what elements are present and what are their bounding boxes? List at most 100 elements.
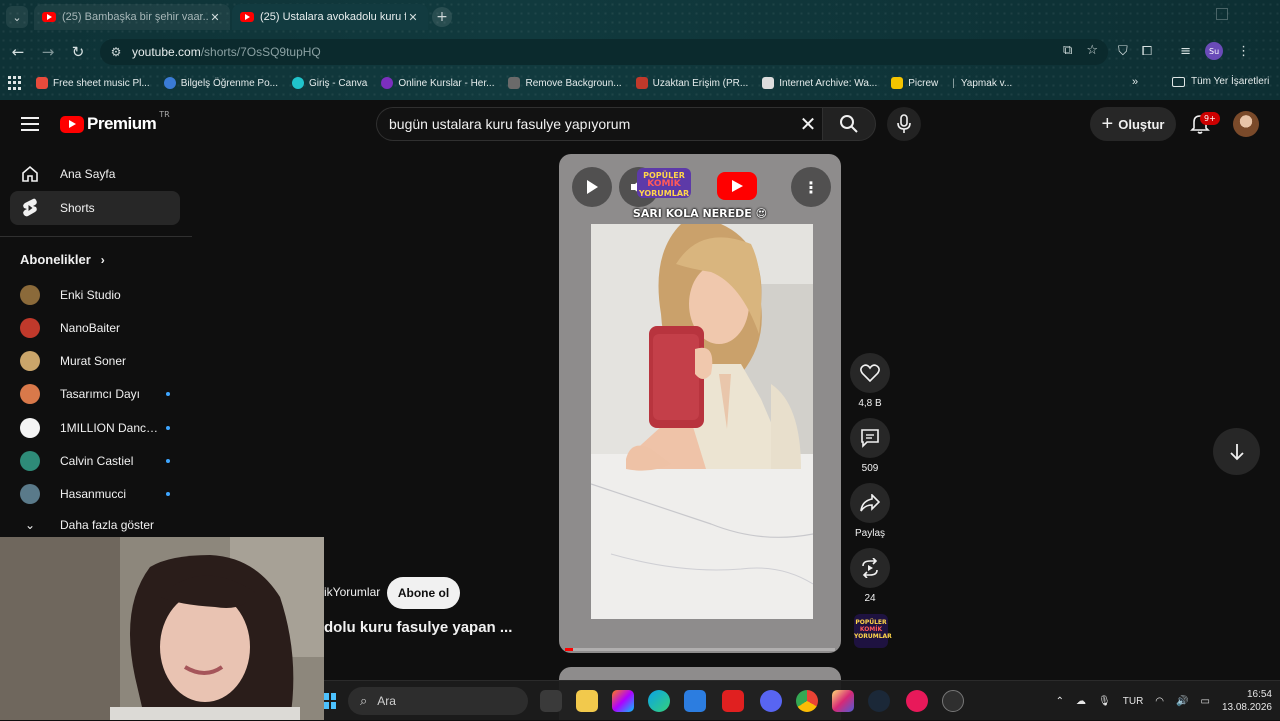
remix-button[interactable]: [850, 548, 890, 588]
bookmark-item[interactable]: Picrew: [891, 77, 938, 89]
shorts-player[interactable]: POPÜLER KOMİK YORUMLAR ⋮ SARI KOLA NERED…: [559, 154, 841, 653]
file-explorer-icon[interactable]: [576, 690, 598, 712]
subscription-item[interactable]: 1MILLION Dance...: [20, 416, 170, 440]
bookmark-item[interactable]: | Yapmak v...: [952, 78, 1012, 89]
tab-strip: ⌄ (25) Bambaşka bir şehir vaar... ✕ (25)…: [0, 0, 1280, 34]
forward-icon[interactable]: →: [38, 42, 58, 62]
bookmark-label: Free sheet music Pl...: [53, 77, 150, 89]
reload-icon[interactable]: ↻: [68, 42, 88, 62]
bookmarks-bar: Free sheet music Pl... Bilgelş Öğrenme P…: [0, 70, 1280, 96]
app-l-icon[interactable]: [722, 690, 744, 712]
obs-icon[interactable]: [942, 690, 964, 712]
onedrive-icon[interactable]: ☁: [1076, 696, 1086, 707]
more-bookmarks-icon[interactable]: »: [1132, 76, 1138, 88]
new-tab-button[interactable]: +: [432, 7, 452, 27]
channel-watermark: POPÜLER KOMİK YORUMLAR: [637, 168, 691, 198]
media-player-icon[interactable]: [906, 690, 928, 712]
bookmark-item[interactable]: Giriş - Canva: [291, 77, 367, 89]
microphone-icon[interactable]: 🎙: [1098, 696, 1111, 707]
store-icon[interactable]: [684, 690, 706, 712]
start-button[interactable]: [324, 693, 336, 709]
short-channel-name[interactable]: ikYorumlar: [324, 585, 380, 599]
subscriptions-header[interactable]: Abonelikler ›: [20, 252, 105, 267]
shield-extension-icon[interactable]: ⛉: [1118, 44, 1128, 59]
more-options-button[interactable]: ⋮: [791, 167, 831, 207]
chrome-icon[interactable]: [796, 690, 818, 712]
bookmark-item[interactable]: Online Kurslar - Her...: [381, 77, 494, 89]
edge-icon[interactable]: [648, 690, 670, 712]
discord-icon[interactable]: [760, 690, 782, 712]
more-vert-icon: ⋮: [803, 177, 819, 197]
subscription-item[interactable]: NanoBaiter: [20, 316, 170, 340]
all-bookmarks-button[interactable]: Tüm Yer İşaretleri: [1172, 76, 1269, 87]
instagram-icon[interactable]: [832, 690, 854, 712]
share-action[interactable]: Paylaş: [850, 483, 890, 539]
extensions-icon[interactable]: ⧠: [1142, 44, 1152, 59]
bookmark-favicon-icon: [762, 77, 775, 89]
site-info-icon[interactable]: ⚙: [108, 44, 124, 60]
play-button[interactable]: [572, 167, 612, 207]
battery-icon[interactable]: ▭: [1200, 696, 1209, 707]
bookmark-item[interactable]: Internet Archive: Wa...: [762, 77, 877, 89]
progress-fill: [565, 648, 574, 651]
install-app-icon[interactable]: ⧉: [1063, 43, 1072, 58]
chrome-menu-icon[interactable]: ⋮: [1237, 44, 1250, 59]
close-tab-icon[interactable]: ✕: [208, 11, 222, 24]
account-avatar[interactable]: [1233, 111, 1259, 137]
channel-thumbnail[interactable]: POPÜLER KOMİK YORUMLAR: [854, 614, 892, 648]
media-control-icon[interactable]: ≡: [1180, 44, 1191, 59]
comment-action[interactable]: 509: [850, 418, 890, 474]
browser-tab[interactable]: (25) Bambaşka bir şehir vaar... ✕: [34, 4, 230, 30]
create-button[interactable]: + Oluştur: [1090, 107, 1176, 141]
volume-icon[interactable]: 🔊: [1176, 696, 1188, 707]
bookmark-item[interactable]: Free sheet music Pl...: [36, 77, 150, 89]
show-more-button[interactable]: ⌄ Daha fazla göster: [20, 518, 154, 532]
sidebar-item-shorts[interactable]: Shorts: [10, 191, 180, 225]
bookmark-star-icon[interactable]: ☆: [1086, 43, 1098, 58]
wifi-icon[interactable]: ◠: [1155, 696, 1164, 707]
youtube-premium-logo[interactable]: Premium TR: [60, 110, 170, 134]
task-view-icon[interactable]: [540, 690, 562, 712]
back-icon[interactable]: ←: [8, 42, 28, 62]
video-progress-bar[interactable]: [565, 648, 835, 651]
subscription-item[interactable]: Calvin Castiel: [20, 449, 170, 473]
all-bookmarks-label: Tüm Yer İşaretleri: [1191, 76, 1270, 87]
sidebar-item-home[interactable]: Ana Sayfa: [10, 157, 180, 191]
bookmark-item[interactable]: Bilgelş Öğrenme Po...: [163, 77, 278, 89]
taskbar-clock[interactable]: 16:54 13.08.2026: [1222, 688, 1280, 714]
like-button[interactable]: [850, 353, 890, 393]
tab-search-button[interactable]: ⌄: [6, 6, 28, 28]
bookmark-item[interactable]: Uzaktan Erişim (PR...: [635, 77, 748, 89]
comments-button[interactable]: [850, 418, 890, 458]
taskbar-search[interactable]: ⌕ Ara: [348, 687, 528, 715]
subscribe-button[interactable]: Abone ol: [387, 577, 460, 609]
voice-search-button[interactable]: [887, 107, 921, 141]
apps-grid-icon[interactable]: [8, 76, 22, 90]
logo-text: Premium: [87, 114, 157, 133]
browser-tab-active[interactable]: (25) Ustalara avokadolu kuru fa ✕: [232, 4, 428, 30]
copilot-icon[interactable]: [612, 690, 634, 712]
subscription-item[interactable]: Murat Soner: [20, 349, 170, 373]
remix-action[interactable]: 24: [850, 548, 890, 604]
clear-search-icon[interactable]: ✕: [796, 112, 820, 136]
short-title[interactable]: dolu kuru fasulye yapan ...: [324, 619, 512, 636]
window-restore-icon[interactable]: [1216, 8, 1228, 20]
guide-menu-icon[interactable]: [20, 114, 40, 134]
close-tab-icon[interactable]: ✕: [406, 11, 420, 24]
search-input[interactable]: bugün ustalara kuru fasulye yapıyorum: [376, 107, 822, 141]
subscription-item[interactable]: Tasarımcı Dayı: [20, 382, 170, 406]
next-video-button[interactable]: [1213, 428, 1260, 475]
steam-icon[interactable]: [868, 690, 890, 712]
language-indicator[interactable]: TUR: [1123, 696, 1144, 707]
subscription-item[interactable]: Hasanmucci: [20, 482, 170, 506]
thumbnail-line: POPÜLER: [855, 619, 887, 626]
omnibox[interactable]: ⚙ youtube.com/shorts/7OsSQ9tupHQ ⧉ ☆: [100, 39, 1108, 65]
subscription-item[interactable]: Enki Studio: [20, 283, 170, 307]
show-hidden-icons-icon[interactable]: ⌃: [1056, 696, 1064, 707]
profile-avatar[interactable]: Su: [1205, 42, 1224, 60]
search-button[interactable]: [822, 107, 876, 141]
share-button[interactable]: [850, 483, 890, 523]
bookmark-favicon-icon: [381, 77, 394, 89]
like-action[interactable]: 4,8 B: [850, 353, 890, 409]
bookmark-item[interactable]: Remove Backgroun...: [508, 77, 622, 89]
